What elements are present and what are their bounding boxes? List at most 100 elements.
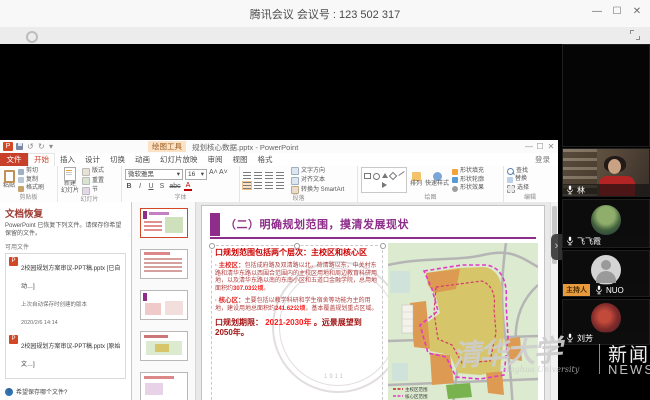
minimize-button[interactable]: — (590, 6, 604, 17)
cut-button[interactable]: 剪切 (18, 168, 44, 175)
bullets-icon[interactable] (243, 172, 251, 179)
shape-effects-button[interactable]: 形状效果 (452, 185, 484, 192)
align-left-icon[interactable] (243, 182, 251, 189)
drawing-tools-context-tab[interactable]: 绘图工具 (148, 141, 186, 152)
meeting-toolbar (0, 27, 650, 44)
tab-view[interactable]: 视图 (228, 153, 253, 166)
close-button[interactable]: ✕ (630, 6, 644, 17)
video-tile-liufang[interactable]: 刘芳 (562, 299, 650, 345)
shape-outline-button[interactable]: 形状轮廓 (452, 177, 484, 184)
shapes-gallery[interactable] (361, 167, 407, 193)
tab-format[interactable]: 格式 (253, 153, 278, 166)
ribbon-group-paragraph: 文字方向 对齐文本 转换为 SmartArt 段落 (240, 166, 358, 202)
slide-thumbnail[interactable] (140, 249, 188, 279)
tsinghua-script-sub: Tsinghua University (498, 365, 579, 374)
section-button[interactable]: 节 (82, 187, 104, 195)
shrink-font-icon[interactable]: A˅ (219, 169, 227, 180)
font-size-select[interactable]: 16▾ (185, 169, 207, 180)
indent-decrease-icon[interactable] (265, 172, 273, 179)
undo-icon[interactable] (27, 142, 34, 151)
tab-animations[interactable]: 动画 (130, 153, 155, 166)
arrange-button[interactable]: 排列 (410, 172, 422, 188)
align-center-icon[interactable] (254, 182, 262, 189)
redo-icon[interactable] (38, 142, 45, 151)
video-tile-feifeixia[interactable]: 飞飞霞 (562, 199, 650, 248)
layout-button[interactable]: 版式 (82, 168, 104, 176)
replace-button[interactable]: 替换 (507, 176, 529, 183)
tab-transitions[interactable]: 切换 (105, 153, 130, 166)
tab-review[interactable]: 审阅 (203, 153, 228, 166)
bold-button[interactable]: B (125, 183, 133, 190)
microphone-icon (595, 285, 603, 295)
document-recovery-pane: 文档恢复 PowerPoint 已恢复下列文件。请保存你希望保留的文件。 可用文… (0, 202, 132, 400)
shape-fill-button[interactable]: 形状填充 (452, 168, 484, 175)
recovery-file-item[interactable]: 2校园规划方案审议-PPT稿.pptx [原始文…] 上次用户保存文件时创建的版… (9, 335, 122, 379)
align-text-button[interactable]: 对齐文本 (291, 177, 344, 185)
section-icon (82, 187, 90, 195)
video-tile-lin[interactable]: 林 (562, 148, 650, 197)
fullscreen-icon[interactable] (630, 30, 640, 40)
maximize-button[interactable]: ☐ (610, 6, 624, 17)
collapse-sidebar-button[interactable] (551, 234, 562, 260)
slide-thumbnail[interactable] (140, 372, 188, 400)
selection-handle[interactable] (294, 243, 300, 249)
paste-button[interactable]: 粘贴 (3, 170, 15, 190)
font-name-select[interactable]: 微软雅黑▾ (125, 169, 183, 180)
reset-button[interactable]: 重置 (82, 177, 104, 185)
ppt-maximize-button[interactable]: ☐ (535, 142, 545, 151)
shape-fill-icon (452, 169, 458, 175)
find-button[interactable]: 查找 (507, 168, 529, 175)
find-icon (507, 168, 514, 175)
select-button[interactable]: 选择 (507, 185, 529, 193)
tab-slideshow[interactable]: 幻灯片放映 (155, 153, 203, 166)
tab-home[interactable]: 开始 (28, 153, 55, 167)
save-icon[interactable] (16, 143, 23, 150)
ppt-minimize-button[interactable]: — (524, 142, 534, 151)
text-shadow-button[interactable]: S (158, 183, 166, 190)
align-right-icon[interactable] (265, 182, 273, 189)
tab-insert[interactable]: 插入 (55, 153, 80, 166)
quick-styles-button[interactable]: 快速样式 (425, 172, 449, 188)
smartart-button[interactable]: 转换为 SmartArt (291, 186, 344, 194)
sign-in-label[interactable]: 登录 (535, 153, 550, 166)
grow-font-icon[interactable]: A˄ (209, 169, 217, 180)
layout-icon (82, 168, 90, 176)
slide-paragraph-period: 口规划期限： 2021-2030年 。远景展望到2050年。 (215, 318, 379, 338)
slide-text-box[interactable]: 口规划范围包括两个层次：主校区和核心区 · 主校区：包括成府路及双清路以北，荷清… (211, 245, 383, 400)
recovery-file-item[interactable]: 2校园规划方案审议-PPT稿.pptx [已自动…] 上次自动保存时创建的版本 … (9, 257, 122, 329)
news-logo-en: NEWS (608, 362, 650, 377)
copy-button[interactable]: 复制 (18, 177, 44, 184)
legend-item-1: 主校区范围 (405, 386, 428, 393)
ribbon-group-editing: 查找 替换 选择 编辑 (504, 166, 556, 202)
font-color-button[interactable]: A (184, 182, 192, 191)
justify-icon[interactable] (276, 182, 284, 189)
format-painter-icon (18, 186, 24, 192)
indent-increase-icon[interactable] (276, 172, 284, 179)
ppt-close-button[interactable]: ✕ (546, 142, 556, 151)
arrange-icon (412, 172, 421, 181)
tab-design[interactable]: 设计 (80, 153, 105, 166)
settings-icon[interactable] (26, 31, 38, 43)
format-painter-button[interactable]: 格式刷 (18, 185, 44, 192)
slide-thumbnail-pane (132, 202, 196, 400)
underline-button[interactable]: U (147, 183, 155, 190)
ppt-ribbon: 粘贴 剪切 复制 格式刷 剪贴板 新建幻灯片 版式 重置 (0, 166, 558, 203)
tab-file[interactable]: 文件 (0, 153, 28, 166)
slide-thumbnail[interactable] (140, 331, 188, 361)
text-direction-button[interactable]: 文字方向 (291, 167, 344, 175)
selection-handle[interactable] (209, 243, 215, 249)
quick-styles-icon (433, 172, 442, 181)
quick-access-dropdown-icon[interactable] (49, 142, 53, 151)
microphone-icon (566, 236, 574, 246)
numbering-icon[interactable] (254, 172, 262, 179)
new-slide-button[interactable]: 新建幻灯片 (61, 167, 79, 195)
video-tile-camera-off[interactable] (562, 44, 650, 147)
slide-thumbnail[interactable] (140, 290, 188, 320)
italic-button[interactable]: I (136, 183, 144, 190)
video-tile-nuo[interactable]: 主持人 NUO (562, 250, 650, 297)
selection-handle[interactable] (380, 243, 386, 249)
shape-outline-icon (452, 177, 458, 183)
slide-thumbnail[interactable] (140, 208, 188, 238)
strikethrough-button[interactable]: abc (169, 183, 181, 190)
text-direction-icon (291, 167, 299, 175)
